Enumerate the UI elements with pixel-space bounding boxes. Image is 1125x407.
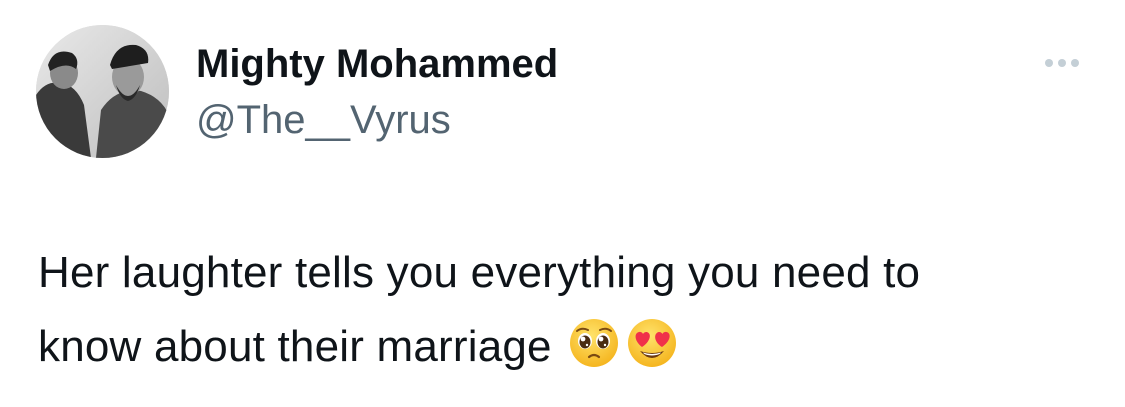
tweet-text: Her laughter tells you everything you ne… [38, 236, 1098, 384]
more-dot [1058, 59, 1066, 67]
author-handle[interactable]: @The__Vyrus [196, 96, 451, 144]
tweet-text-line-2-words: know about their marriage [38, 322, 552, 371]
author-avatar[interactable] [36, 25, 169, 158]
tweet-text-line-1: Her laughter tells you everything you ne… [38, 248, 921, 297]
more-horizontal-icon [1045, 59, 1053, 67]
more-options-button[interactable] [1036, 50, 1088, 76]
pleading-face-emoji [570, 319, 619, 367]
tweet-text-line-2: know about their marriage [38, 310, 1098, 384]
tweet-card: Mighty Mohammed @The__Vyrus Her laughter… [0, 0, 1125, 407]
author-display-name[interactable]: Mighty Mohammed [196, 40, 558, 88]
avatar-photo-icon [36, 25, 169, 158]
heart-eyes-emoji [628, 319, 677, 367]
more-dot [1071, 59, 1079, 67]
